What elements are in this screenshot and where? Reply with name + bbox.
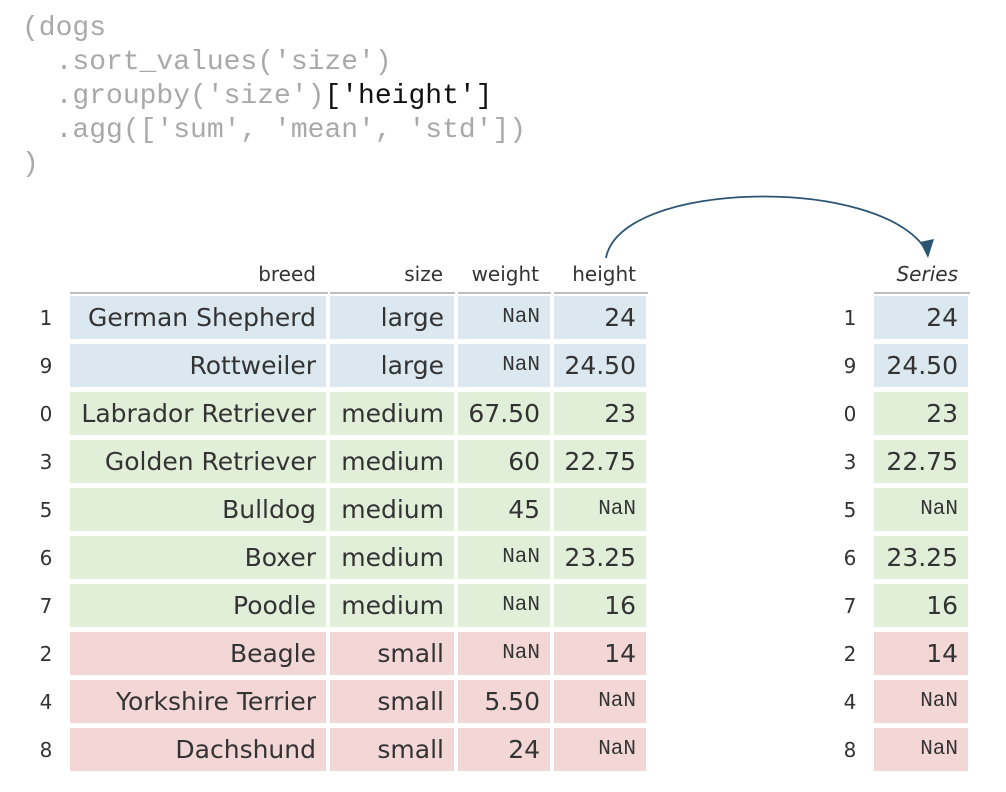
header-weight: weight [458,262,551,294]
height-cell: NaN [554,488,646,531]
breed-cell: Poodle [70,584,326,627]
row-index: 9 [39,354,53,378]
row-index: 7 [39,594,53,618]
series-value-cell: 14 [874,632,968,675]
header-breed: breed [70,262,328,294]
row-index: 8 [843,738,857,762]
height-cell: 22.75 [554,440,646,483]
weight-cell: 45 [458,488,550,531]
weight-cell: 67.50 [458,392,550,435]
size-cell: small [330,728,454,771]
weight-cell: 60 [458,440,550,483]
row-index: 9 [843,354,857,378]
size-cell: medium [330,536,454,579]
row-index: 1 [843,306,857,330]
row-index: 4 [843,690,857,714]
size-cell: medium [330,392,454,435]
series-value-cell: 24 [874,296,968,339]
height-cell: 23 [554,392,646,435]
height-cell: NaN [554,728,646,771]
arrow-curve [605,195,927,259]
row-index: 0 [39,402,53,426]
weight-cell: 5.50 [458,680,550,723]
series-value-cell: 23.25 [874,536,968,579]
weight-cell: NaN [458,344,550,387]
breed-cell: German Shepherd [70,296,326,339]
series-value-cell: NaN [874,680,968,723]
series-value-cell: NaN [874,728,968,771]
size-cell: medium [330,488,454,531]
row-index: 0 [843,402,857,426]
row-index: 1 [39,306,53,330]
row-index: 8 [39,738,53,762]
height-cell: 16 [554,584,646,627]
series-value-cell: 24.50 [874,344,968,387]
row-index: 3 [39,450,53,474]
size-cell: medium [330,584,454,627]
row-index: 4 [39,690,53,714]
height-cell: NaN [554,680,646,723]
series-value-cell: NaN [874,488,968,531]
breed-cell: Dachshund [70,728,326,771]
height-cell: 23.25 [554,536,646,579]
size-cell: small [330,680,454,723]
height-cell: 14 [554,632,646,675]
breed-cell: Bulldog [70,488,326,531]
series-value-cell: 16 [874,584,968,627]
header-series: Series [874,262,970,294]
height-cell: 24 [554,296,646,339]
row-index: 5 [843,498,857,522]
size-cell: large [330,344,454,387]
row-index: 3 [843,450,857,474]
weight-cell: NaN [458,296,550,339]
weight-cell: NaN [458,536,550,579]
row-index: 6 [843,546,857,570]
series-value-cell: 23 [874,392,968,435]
weight-cell: 24 [458,728,550,771]
size-cell: medium [330,440,454,483]
size-cell: small [330,632,454,675]
breed-cell: Boxer [70,536,326,579]
row-index: 2 [39,642,53,666]
arrow-head [920,239,934,258]
row-index: 2 [843,642,857,666]
header-height: height [554,262,648,294]
size-cell: large [330,296,454,339]
row-index: 7 [843,594,857,618]
header-size: size [330,262,455,294]
weight-cell: NaN [458,584,550,627]
breed-cell: Yorkshire Terrier [70,680,326,723]
breed-cell: Labrador Retriever [70,392,326,435]
row-index: 5 [39,498,53,522]
breed-cell: Beagle [70,632,326,675]
weight-cell: NaN [458,632,550,675]
series-value-cell: 22.75 [874,440,968,483]
breed-cell: Rottweiler [70,344,326,387]
height-cell: 24.50 [554,344,646,387]
breed-cell: Golden Retriever [70,440,326,483]
row-index: 6 [39,546,53,570]
